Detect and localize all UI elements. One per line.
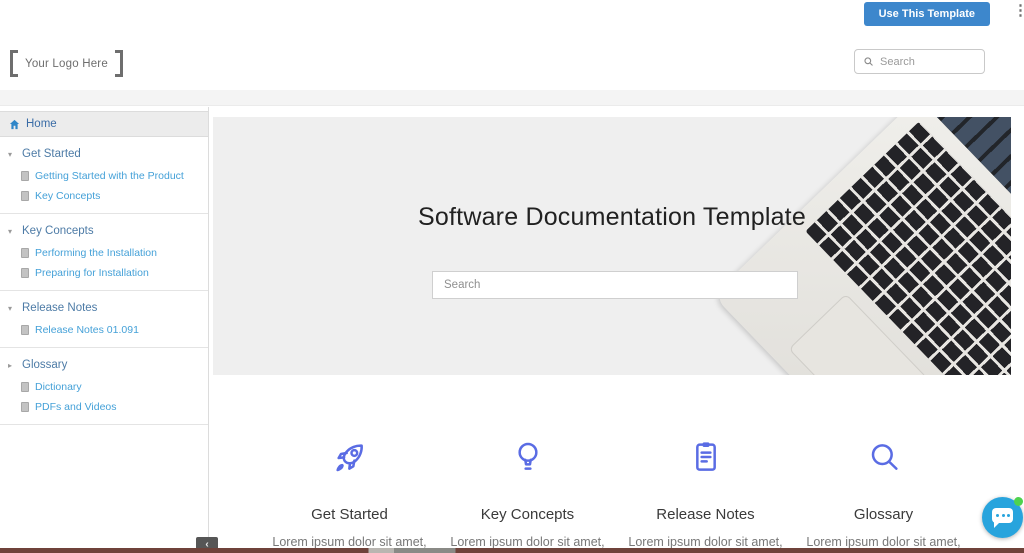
- section-label: Get Started: [22, 148, 81, 160]
- document-icon: [21, 191, 29, 201]
- home-icon: [9, 119, 20, 130]
- sidebar-divider: [0, 424, 208, 425]
- sidebar-item-home[interactable]: Home: [0, 111, 208, 137]
- sidebar-item-release-notes-01091[interactable]: Release Notes 01.091: [0, 320, 208, 340]
- feature-glossary[interactable]: Glossary Lorem ipsum dolor sit amet, con…: [795, 437, 973, 553]
- chat-widget-button[interactable]: [982, 497, 1023, 538]
- feature-title: Key Concepts: [439, 506, 617, 523]
- logo-bracket-right: [115, 50, 123, 77]
- section-label: Release Notes: [22, 302, 97, 314]
- main: Software Documentation Template: [209, 107, 1024, 553]
- feature-title: Release Notes: [617, 506, 795, 523]
- feature-get-started[interactable]: Get Started Lorem ipsum dolor sit amet, …: [261, 437, 439, 553]
- magnifier-icon: [864, 437, 904, 477]
- header: Use This Template ⋮ Your Logo Here: [0, 0, 1024, 90]
- sidebar: Home ▾ Get Started Getting Started with …: [0, 107, 209, 553]
- chat-bubble-icon: [992, 508, 1013, 523]
- sidebar-link: Release Notes 01.091: [35, 324, 139, 336]
- hero-search-box[interactable]: [432, 271, 798, 299]
- feature-release-notes[interactable]: Release Notes Lorem ipsum dolor sit amet…: [617, 437, 795, 553]
- sidebar-link: PDFs and Videos: [35, 401, 117, 413]
- sidebar-item-dictionary[interactable]: Dictionary: [0, 377, 208, 397]
- logo-text: Your Logo Here: [18, 58, 115, 70]
- clipboard-icon: [686, 437, 726, 477]
- rocket-icon: [330, 437, 370, 477]
- lightbulb-icon: [508, 437, 548, 477]
- document-icon: [21, 402, 29, 412]
- laptop-body: [713, 117, 1011, 375]
- caret-down-icon: ▾: [8, 304, 22, 313]
- sidebar-link: Dictionary: [35, 381, 82, 393]
- content: Home ▾ Get Started Getting Started with …: [0, 107, 1024, 553]
- hero-search-input[interactable]: [433, 279, 797, 291]
- document-icon: [21, 171, 29, 181]
- sidebar-link: Getting Started with the Product: [35, 170, 184, 182]
- logo: Your Logo Here: [10, 50, 123, 77]
- section-label: Key Concepts: [22, 225, 94, 237]
- section-label: Glossary: [22, 359, 67, 371]
- document-icon: [21, 268, 29, 278]
- document-icon: [21, 325, 29, 335]
- footer-image-edge: [0, 548, 1024, 553]
- sidebar-item-performing-installation[interactable]: Performing the Installation: [0, 243, 208, 263]
- sidebar-home-label: Home: [26, 118, 57, 130]
- sidebar-section-glossary[interactable]: ▸ Glossary: [0, 348, 208, 377]
- laptop-photo: [713, 117, 1011, 375]
- page: Use This Template ⋮ Your Logo Here Ho: [0, 0, 1024, 553]
- header-divider-band: [0, 90, 1024, 106]
- sidebar-item-key-concepts-page[interactable]: Key Concepts: [0, 186, 208, 206]
- sidebar-link: Preparing for Installation: [35, 267, 149, 279]
- header-search-input[interactable]: [880, 56, 976, 68]
- use-template-button[interactable]: Use This Template: [864, 2, 990, 26]
- features-row: Get Started Lorem ipsum dolor sit amet, …: [209, 437, 1024, 553]
- overflow-menu-icon[interactable]: ⋮: [1013, 1, 1024, 19]
- caret-down-icon: ▾: [8, 150, 22, 159]
- sidebar-section-key-concepts[interactable]: ▾ Key Concepts: [0, 214, 208, 243]
- document-icon: [21, 382, 29, 392]
- sidebar-section-release-notes[interactable]: ▾ Release Notes: [0, 291, 208, 320]
- feature-title: Get Started: [261, 506, 439, 523]
- sidebar-item-pdfs-and-videos[interactable]: PDFs and Videos: [0, 397, 208, 417]
- sidebar-item-preparing-installation[interactable]: Preparing for Installation: [0, 263, 208, 283]
- sidebar-link: Performing the Installation: [35, 247, 157, 259]
- header-search-box[interactable]: [854, 49, 985, 74]
- sidebar-link: Key Concepts: [35, 190, 100, 202]
- page-title: Software Documentation Template: [213, 203, 1011, 232]
- document-icon: [21, 248, 29, 258]
- feature-key-concepts[interactable]: Key Concepts Lorem ipsum dolor sit amet,…: [439, 437, 617, 553]
- sidebar-section-get-started[interactable]: ▾ Get Started: [0, 137, 208, 166]
- hero-banner: Software Documentation Template: [213, 117, 1011, 375]
- search-icon: [863, 56, 874, 67]
- sidebar-item-getting-started-with-product[interactable]: Getting Started with the Product: [0, 166, 208, 186]
- caret-down-icon: ▾: [8, 227, 22, 236]
- feature-title: Glossary: [795, 506, 973, 523]
- caret-right-icon: ▸: [8, 361, 22, 370]
- logo-bracket-left: [10, 50, 18, 77]
- online-status-dot: [1014, 497, 1023, 506]
